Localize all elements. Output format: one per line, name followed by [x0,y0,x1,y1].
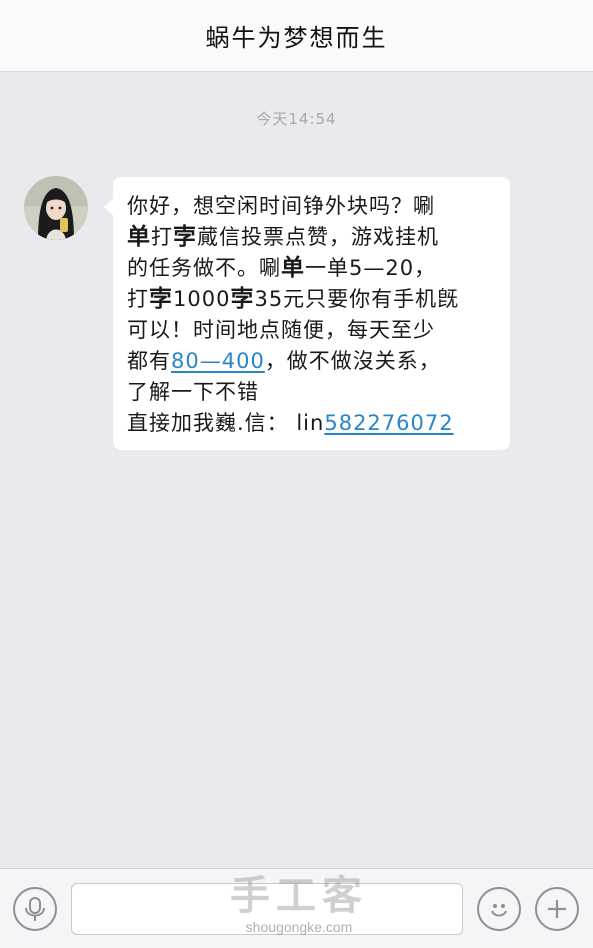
microphone-icon[interactable] [13,887,57,931]
message-text-segment: 蕆信投票点赞，游戏挂机 [197,225,439,249]
message-bubble[interactable]: 你好，想空闲时间铮外块吗？唰 单打孛蕆信投票点赞，游戏挂机 的任务做不。唰单一单5—… [104,177,510,450]
message-text-segment: 孛 [173,224,197,250]
plus-icon[interactable] [535,887,579,931]
message-text-segment: 一单5—20， [305,256,437,280]
message-text-segment: 了解一下不错 [127,380,259,404]
message-text-segment: 你好，想空闲时间铮外块吗？唰 [127,194,435,218]
message-text-segment: 孛 [230,286,255,312]
message-text-segment: 单 [281,255,305,281]
avatar[interactable] [24,176,88,240]
message-text: 你好，想空闲时间铮外块吗？唰 单打孛蕆信投票点赞，游戏挂机 的任务做不。唰单一单5—… [127,191,500,439]
message-text-segment: 1000 [173,287,231,311]
message-timestamp: 今天14:54 [256,110,337,128]
message-link[interactable]: 80—400 [171,349,265,373]
avatar-image [24,176,88,240]
message-text-segment: 都有 [127,349,171,373]
message-line: 打孛1000孛35元只要你有手机旣 [127,284,500,315]
message-line: 你好，想空闲时间铮外块吗？唰 [127,191,500,222]
message-text-segment: 35元只要你有手机旣 [254,287,460,311]
message-line: 单打孛蕆信投票点赞，游戏挂机 [127,222,500,253]
message-text-segment: 打 [127,287,149,311]
message-text-segment: 打 [151,225,173,249]
message-link[interactable]: 582276072 [324,411,453,435]
message-text-segment: 可以！时间地点随便，每天至少 [127,318,435,342]
chat-screen: 蜗牛为梦想而生 今天14:54 你好，想空闲时间铮外块吗？唰 单打孛蕆信投票点赞，… [0,0,593,948]
message-text-segment: 直接加我巍.信： lin [127,411,325,435]
chat-title: 蜗牛为梦想而生 [205,24,388,52]
message-line: 了解一下不错 [127,377,500,408]
input-bar [0,868,593,948]
message-text-segment: 单 [127,224,151,250]
chat-header: 蜗牛为梦想而生 [0,0,593,72]
smiley-icon[interactable] [477,887,521,931]
message-text-segment: 的任务做不。唰 [127,256,281,280]
message-line: 直接加我巍.信： lin582276072 [127,408,500,439]
message-line: 都有80—400，做不做沒关系， [127,346,500,377]
message-text-segment: ，做不做沒关系， [264,349,441,373]
message-text-segment: 孛 [149,286,173,312]
message-input[interactable] [71,883,463,935]
message-line: 可以！时间地点随便，每天至少 [127,315,500,346]
message-line: 的任务做不。唰单一单5—20， [127,253,500,284]
